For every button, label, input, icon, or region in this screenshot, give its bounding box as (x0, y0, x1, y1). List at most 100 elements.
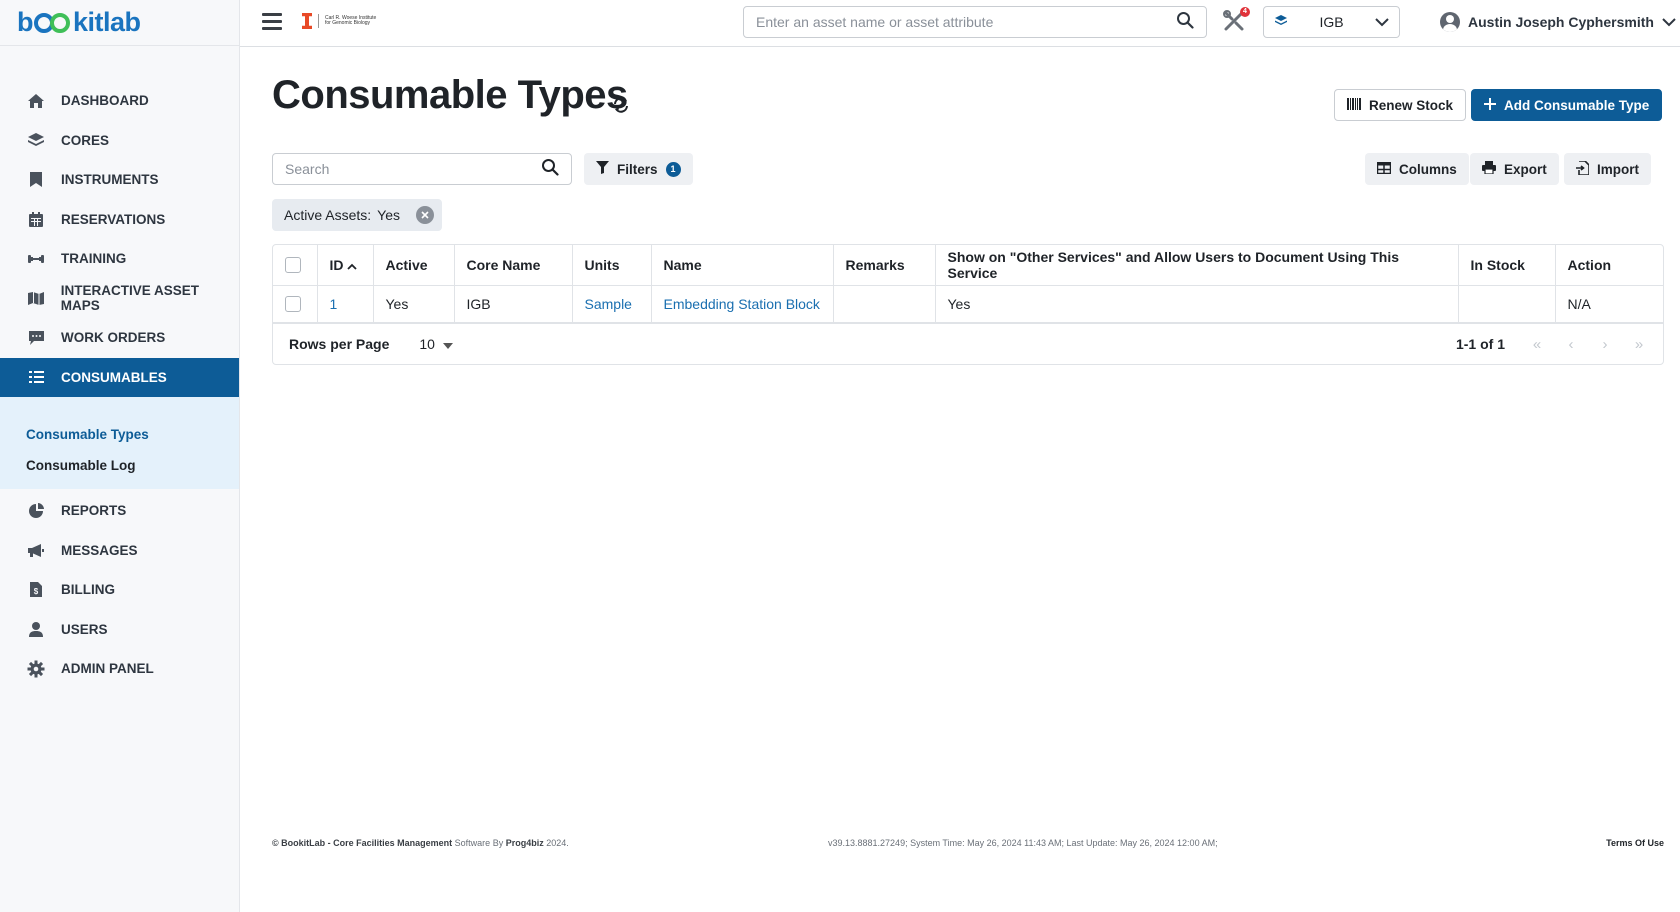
sort-asc-icon (347, 257, 358, 273)
sidebar-item-label: WORK ORDERS (61, 330, 166, 346)
sidebar-item-billing[interactable]: $ BILLING (0, 570, 239, 610)
plus-icon (1484, 97, 1496, 113)
core-select[interactable]: IGB (1263, 6, 1400, 38)
institute-logo[interactable]: Carl R. Woese Institute for Genomic Biolo… (302, 13, 385, 29)
column-header-id[interactable]: ID (317, 245, 374, 286)
bookmark-icon (26, 170, 46, 190)
sidebar-item-dashboard[interactable]: DASHBOARD (0, 81, 239, 121)
tools-icon[interactable]: 4 (1222, 7, 1250, 35)
cell-remarks (833, 285, 936, 324)
comment-icon (26, 328, 46, 348)
funnel-icon (596, 161, 609, 177)
columns-button[interactable]: Columns (1365, 153, 1469, 185)
logo-divider (318, 14, 319, 28)
table-header-row: ID Active Core Name Units Name Remarks S… (273, 245, 1663, 286)
pie-chart-icon (26, 501, 46, 521)
filters-count-badge: 1 (665, 161, 681, 177)
sidebar-item-label: DASHBOARD (61, 93, 149, 109)
import-button[interactable]: Import (1564, 153, 1651, 185)
sidebar-item-messages[interactable]: MESSAGES (0, 531, 239, 571)
column-header-core-name[interactable]: Core Name (454, 245, 573, 286)
barcode-icon (1347, 97, 1361, 113)
sidebar-item-training[interactable]: TRAINING (0, 239, 239, 279)
sidebar-item-reports[interactable]: REPORTS (0, 491, 239, 531)
table-icon (1376, 161, 1392, 177)
sidebar-item-admin-panel[interactable]: ADMIN PANEL (0, 649, 239, 689)
filters-button[interactable]: Filters 1 (584, 153, 693, 185)
row-checkbox[interactable] (285, 296, 301, 313)
column-header-name[interactable]: Name (651, 245, 834, 286)
search-icon[interactable] (541, 158, 559, 181)
column-header-active[interactable]: Active (373, 245, 455, 286)
filters-label: Filters (617, 161, 658, 177)
logo-text-left: b (17, 7, 34, 37)
layers-icon (26, 130, 46, 150)
file-import-icon (1576, 159, 1590, 178)
sidebar-item-instruments[interactable]: INSTRUMENTS (0, 160, 239, 200)
sidebar-item-label: INSTRUMENTS (61, 172, 159, 188)
footer-vendor[interactable]: Prog4biz (506, 838, 544, 848)
column-header-action: Action (1555, 245, 1663, 286)
sidebar-item-label: BILLING (61, 582, 115, 598)
rows-per-page-value: 10 (419, 336, 435, 352)
chip-key: Active Assets: (284, 207, 372, 223)
cell-action: N/A (1555, 285, 1663, 324)
table-search-input[interactable] (285, 161, 541, 177)
rows-per-page-select[interactable]: 10 (419, 336, 453, 352)
sidebar-item-label: MESSAGES (61, 542, 138, 558)
sidebar-item-cores[interactable]: CORES (0, 121, 239, 161)
logo-rings-icon (34, 12, 72, 34)
cell-in-stock (1458, 285, 1556, 324)
sidebar-item-users[interactable]: USERS (0, 610, 239, 650)
global-search-input[interactable] (756, 14, 1176, 30)
main-content: Consumable Types Renew Stock Add Consuma… (240, 47, 1680, 912)
bookitlab-logo[interactable]: b kitlab (0, 0, 239, 46)
institute-name: Carl R. Woese Institute for Genomic Biolo… (325, 15, 385, 27)
previous-page-icon[interactable]: ‹ (1563, 336, 1579, 353)
consumables-subnav: Consumable Types Consumable Log (0, 397, 239, 489)
user-name: Austin Joseph Cyphersmith (1468, 14, 1654, 30)
close-icon[interactable] (416, 206, 434, 224)
column-header-show-on-other-services[interactable]: Show on "Other Services" and Allow Users… (935, 245, 1459, 286)
footer-software-by: Software By (452, 838, 506, 848)
first-page-icon[interactable]: « (1529, 336, 1545, 353)
next-page-icon[interactable]: › (1597, 336, 1613, 353)
dumbbell-icon (26, 249, 46, 269)
search-icon[interactable] (1176, 11, 1194, 34)
notification-badge: 4 (1240, 7, 1250, 17)
sidebar-item-work-orders[interactable]: WORK ORDERS (0, 318, 239, 358)
hamburger-menu-icon[interactable] (262, 13, 282, 31)
column-header-remarks[interactable]: Remarks (833, 245, 936, 286)
export-button[interactable]: Export (1470, 153, 1559, 185)
user-menu[interactable]: Austin Joseph Cyphersmith (1440, 9, 1676, 35)
cell-show-on-other-services: Yes (935, 285, 1459, 324)
sidebar-item-label: RESERVATIONS (61, 211, 166, 227)
last-page-icon[interactable]: » (1631, 336, 1647, 353)
sidebar-item-label: CONSUMABLES (61, 369, 167, 385)
map-icon (26, 288, 46, 308)
select-all-checkbox[interactable] (285, 257, 301, 274)
global-search (743, 6, 1207, 38)
subnav-item-consumable-types[interactable]: Consumable Types (0, 419, 239, 450)
calendar-icon (26, 209, 46, 229)
terms-of-use-link[interactable]: Terms Of Use (1606, 838, 1664, 848)
svg-text:$: $ (34, 587, 39, 596)
layers-icon (1274, 14, 1288, 30)
row-select-cell (273, 285, 318, 324)
sidebar: b kitlab DASHBOARD CORES INSTRUMENTS RES… (0, 0, 240, 912)
add-consumable-type-button[interactable]: Add Consumable Type (1471, 89, 1663, 121)
refresh-icon[interactable] (613, 97, 629, 113)
sidebar-item-interactive-asset-maps[interactable]: INTERACTIVE ASSET MAPS (0, 279, 239, 319)
name-link[interactable]: Embedding Station Block (664, 296, 820, 312)
export-label: Export (1504, 161, 1547, 177)
units-link[interactable]: Sample (585, 296, 632, 312)
sidebar-item-reservations[interactable]: RESERVATIONS (0, 200, 239, 240)
footer-version: v39.13.8881.27249; System Time: May 26, … (828, 838, 1218, 848)
chevron-down-icon (1375, 14, 1389, 30)
id-link[interactable]: 1 (330, 296, 338, 312)
renew-stock-button[interactable]: Renew Stock (1334, 89, 1467, 121)
sidebar-item-consumables[interactable]: CONSUMABLES (0, 357, 239, 397)
subnav-item-consumable-log[interactable]: Consumable Log (0, 450, 239, 481)
column-header-units[interactable]: Units (572, 245, 652, 286)
column-header-in-stock[interactable]: In Stock (1458, 245, 1556, 286)
